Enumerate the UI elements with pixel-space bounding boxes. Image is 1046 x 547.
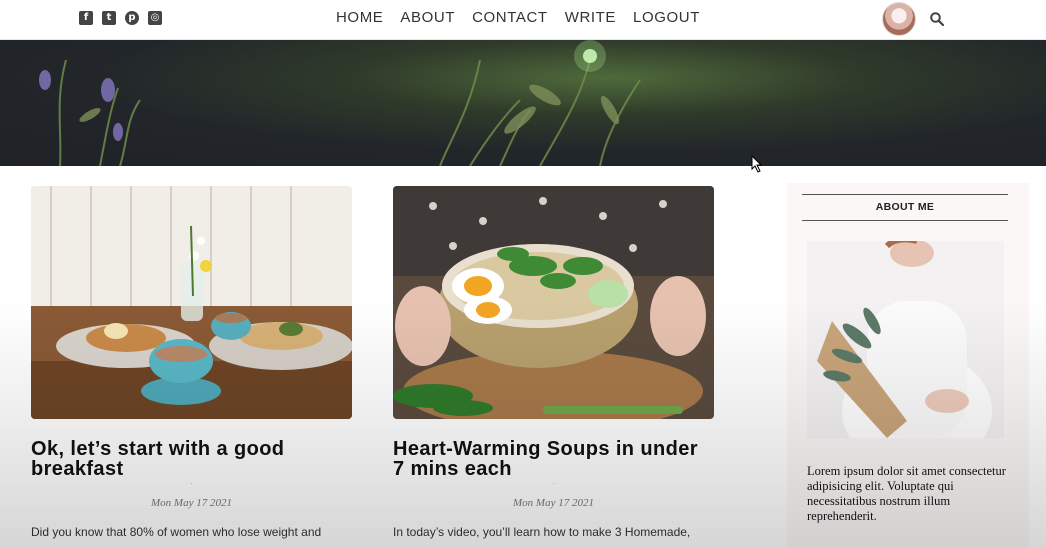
main-menu: HOME ABOUT CONTACT WRITE LOGOUT — [336, 9, 700, 26]
nav-about-link[interactable]: ABOUT — [400, 9, 455, 26]
user-avatar[interactable] — [882, 2, 916, 36]
post-image-soup[interactable] — [393, 186, 714, 419]
pinterest-icon[interactable]: p — [125, 11, 139, 25]
post-separator: · — [190, 481, 193, 488]
post-excerpt: In today’s video, you’ll learn how to ma… — [393, 525, 691, 539]
mouse-cursor-icon — [751, 155, 763, 173]
facebook-icon[interactable]: f — [79, 11, 93, 25]
social-links: f t p ◎ — [79, 11, 162, 25]
instagram-icon[interactable]: ◎ — [148, 11, 162, 25]
nav-logout-link[interactable]: LOGOUT — [633, 9, 700, 26]
about-me-heading: ABOUT ME — [802, 194, 1008, 221]
nav-home-link[interactable]: HOME — [336, 9, 383, 26]
post-excerpt: Did you know that 80% of women who lose … — [31, 525, 322, 539]
about-me-image — [807, 241, 1004, 438]
post-date: Mon May 17 2021 — [513, 497, 594, 509]
post-card[interactable]: Heart-Warming Soups in under 7 mins each… — [393, 186, 714, 541]
nav-contact-link[interactable]: CONTACT — [472, 9, 548, 26]
nav-write-link[interactable]: WRITE — [565, 9, 616, 26]
top-navigation-bar: f t p ◎ HOME ABOUT CONTACT WRITE LOGOUT — [0, 0, 1046, 40]
post-title[interactable]: Heart-Warming Soups in under 7 mins each — [393, 439, 714, 479]
sidebar: ABOUT ME Lorem ipsum dolor sit amet cons… — [787, 183, 1029, 547]
post-title[interactable]: Ok, let’s start with a good breakfast — [31, 439, 352, 479]
twitter-icon[interactable]: t — [102, 11, 116, 25]
search-icon[interactable] — [930, 12, 944, 26]
hero-banner-image — [0, 40, 1046, 166]
post-date: Mon May 17 2021 — [151, 497, 232, 509]
post-card[interactable]: Ok, let’s start with a good breakfast · … — [31, 186, 352, 541]
about-me-text: Lorem ipsum dolor sit amet consectetur a… — [807, 464, 1006, 523]
post-image-breakfast[interactable] — [31, 186, 352, 419]
post-separator: · — [552, 481, 555, 488]
